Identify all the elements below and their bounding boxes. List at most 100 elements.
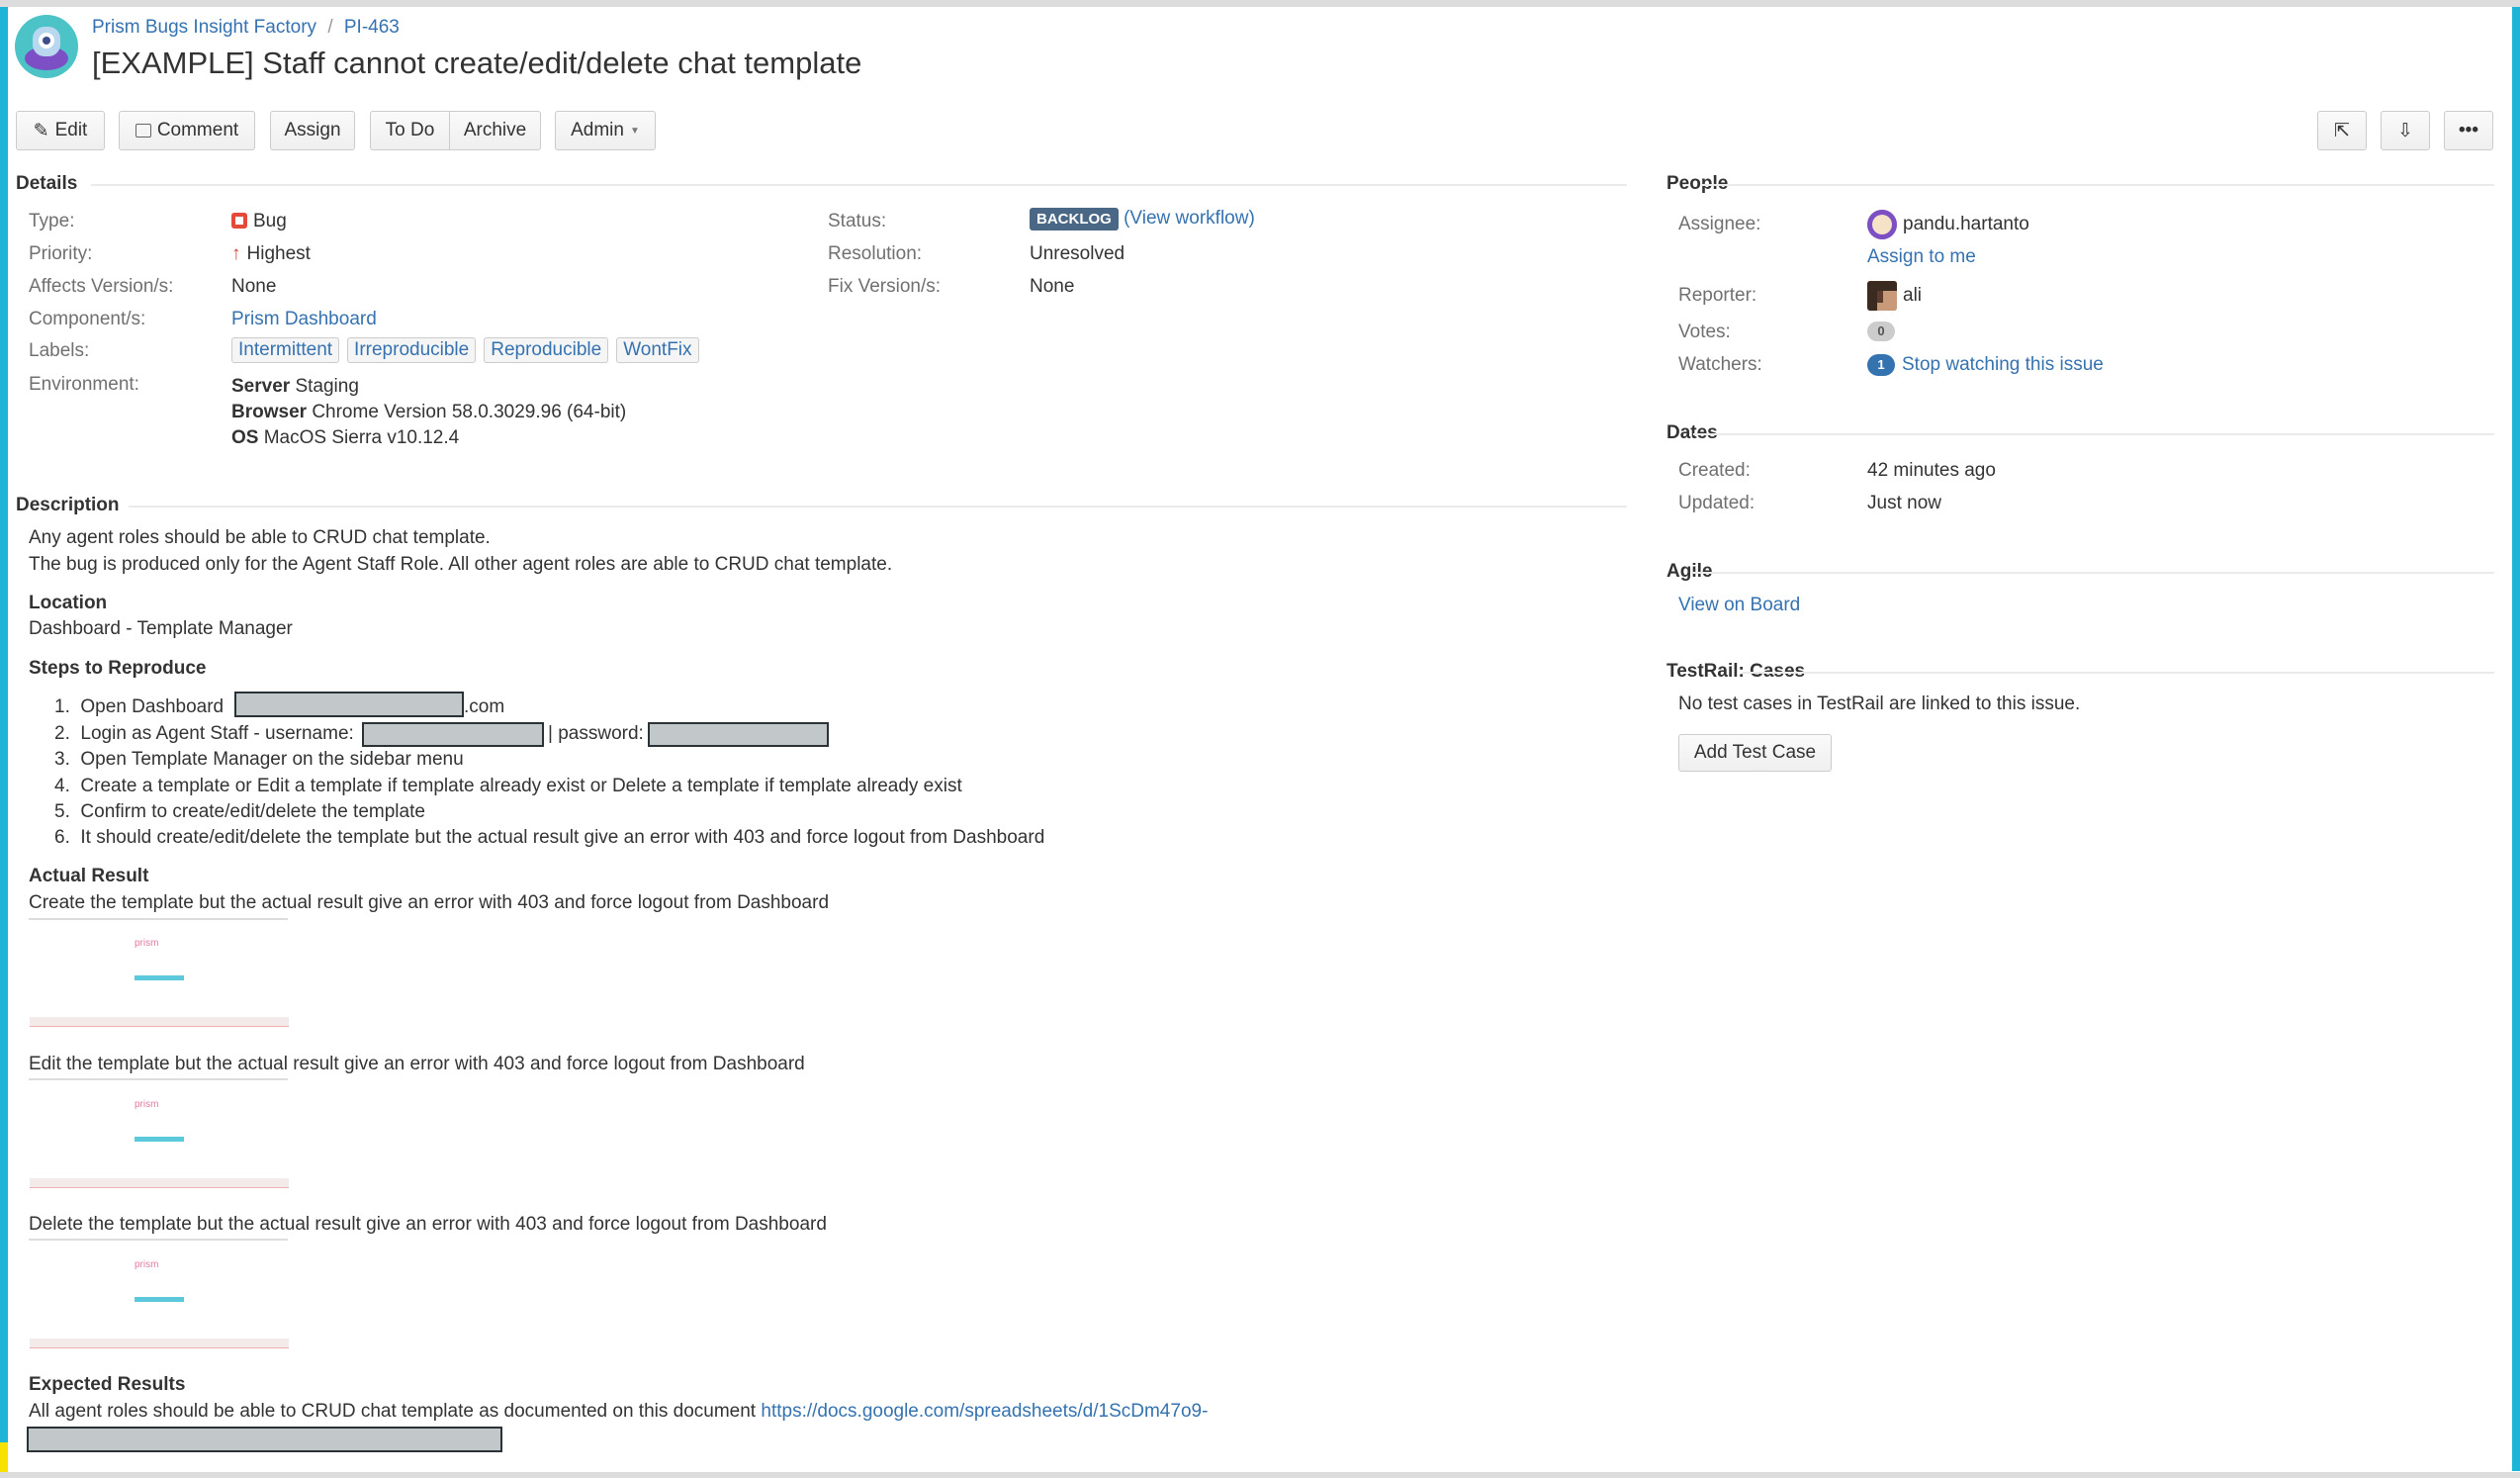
testrail-empty-text: No test cases in TestRail are linked to … [1678, 693, 2081, 714]
reporter-value[interactable]: ali [1867, 281, 1922, 311]
env-key: OS [231, 427, 259, 448]
env-key: Server [231, 376, 291, 397]
comment-icon [135, 124, 151, 138]
redacted-box [362, 722, 544, 747]
actual-result-text: Create the template but the actual resul… [29, 892, 830, 913]
status-value: BACKLOG (View workflow) [1030, 208, 1255, 231]
resolution-label: Resolution: [828, 243, 923, 264]
fix-version-value: None [1030, 276, 1075, 297]
priority-value: ↑ Highest [231, 243, 311, 265]
breadcrumb-separator: / [327, 17, 333, 38]
label-tag[interactable]: Intermittent [231, 337, 340, 363]
thumb-logo: prism [135, 938, 159, 949]
details-heading: Details [16, 173, 78, 194]
step-text: .com [464, 696, 505, 717]
step-text: Confirm to create/edit/delete the templa… [80, 801, 425, 822]
comment-button[interactable]: Comment [119, 111, 255, 150]
redacted-box [234, 692, 464, 717]
step-item: 2. Login as Agent Staff - username: [54, 723, 354, 744]
location-heading: Location [29, 593, 108, 613]
thumb-logo: prism [135, 1099, 159, 1110]
screenshot-thumbnail[interactable]: prism [30, 930, 289, 1039]
env-value: Chrome Version 58.0.3029.96 (64-bit) [312, 402, 627, 422]
bottom-bar [0, 1472, 2520, 1478]
description-heading: Description [16, 495, 120, 515]
assignee-label: Assignee: [1678, 214, 1761, 234]
stop-watching-link[interactable]: Stop watching this issue [1902, 354, 2104, 376]
env-key: Browser [231, 402, 308, 422]
screenshot-thumbnail[interactable]: prism [30, 1251, 289, 1360]
label-tag[interactable]: WontFix [616, 337, 699, 363]
breadcrumb-issue-link[interactable]: PI-463 [344, 17, 400, 38]
divider [1693, 433, 2494, 435]
watchers-badge: 1 [1867, 354, 1895, 376]
env-value: MacOS Sierra v10.12.4 [263, 427, 460, 448]
admin-dropdown[interactable]: Admin ▼ [555, 111, 656, 150]
step-text: Open Dashboard [80, 696, 225, 717]
status-badge: BACKLOG [1030, 208, 1119, 231]
label-tag[interactable]: Reproducible [484, 337, 609, 363]
assign-to-me-link[interactable]: Assign to me [1867, 246, 1976, 268]
type-value: Bug [231, 211, 287, 232]
component-link[interactable]: Prism Dashboard [231, 309, 377, 330]
step-item: 3. Open Template Manager on the sidebar … [54, 749, 464, 770]
labels-label: Labels: [29, 340, 90, 361]
add-test-case-button[interactable]: Add Test Case [1678, 734, 1832, 772]
status-label: Status: [828, 211, 887, 231]
labels-list: Intermittent Irreproducible Reproducible Wo… [231, 337, 707, 363]
redacted-box [648, 722, 829, 747]
view-workflow-link[interactable]: (View workflow) [1124, 208, 1255, 229]
reporter-name: ali [1903, 285, 1923, 306]
environment-label: Environment: [29, 374, 139, 395]
label-tag[interactable]: Irreproducible [347, 337, 477, 363]
votes-badge[interactable]: 0 [1867, 322, 1895, 341]
bug-icon [231, 213, 247, 229]
updated-value: Just now [1867, 493, 1941, 513]
thumb-logo: prism [135, 1259, 159, 1270]
actual-heading: Actual Result [29, 866, 149, 886]
created-value: 42 minutes ago [1867, 460, 1996, 481]
todo-button[interactable]: To Do [370, 111, 450, 150]
corner-accent [0, 1442, 8, 1472]
breadcrumb: Prism Bugs Insight Factory / PI-463 [92, 17, 400, 39]
admin-label: Admin [571, 120, 624, 140]
step-text: Create a template or Edit a template if … [80, 776, 962, 796]
created-label: Created: [1678, 460, 1751, 481]
environment-value: Server Staging Browser Chrome Version 58… [231, 374, 626, 451]
chevron-down-icon: ▼ [629, 125, 640, 137]
screenshot-thumbnail[interactable]: prism [30, 1091, 289, 1200]
component-label: Component/s: [29, 309, 146, 329]
more-button[interactable]: ••• [2444, 111, 2493, 150]
expected-description: All agent roles should be able to CRUD c… [29, 1401, 757, 1422]
redacted-box [27, 1427, 502, 1452]
page-title: [EXAMPLE] Staff cannot create/edit/delet… [92, 46, 862, 80]
actual-result-text: Delete the template but the actual resul… [29, 1214, 827, 1235]
resolution-value: Unresolved [1030, 243, 1125, 264]
project-avatar-icon[interactable] [15, 15, 78, 78]
watchers-label: Watchers: [1678, 354, 1762, 375]
assignee-value[interactable]: pandu.hartanto [1867, 210, 2029, 239]
expected-heading: Expected Results [29, 1374, 186, 1395]
archive-button[interactable]: Archive [449, 111, 541, 150]
divider [1743, 672, 2494, 674]
export-button[interactable]: ⇩ [2381, 111, 2430, 150]
assignee-avatar [1867, 210, 1897, 239]
step-item: 5. Confirm to create/edit/delete the tem… [54, 801, 425, 822]
share-button[interactable]: ⇱ [2317, 111, 2367, 150]
step-item: 6. It should create/edit/delete the temp… [54, 827, 1045, 848]
expected-doc-link[interactable]: https://docs.google.com/spreadsheets/d/1… [761, 1401, 1208, 1422]
divider [29, 1239, 288, 1241]
reporter-label: Reporter: [1678, 285, 1757, 306]
left-border [0, 7, 8, 1471]
updated-label: Updated: [1678, 493, 1755, 513]
view-on-board-link[interactable]: View on Board [1678, 595, 1800, 616]
step-text: Login as Agent Staff - username: [80, 723, 354, 744]
fix-version-label: Fix Version/s: [828, 276, 942, 297]
reporter-avatar [1867, 281, 1897, 311]
assign-button[interactable]: Assign [270, 111, 355, 150]
divider [29, 1078, 288, 1080]
export-icon: ⇩ [2397, 120, 2413, 141]
breadcrumb-project-link[interactable]: Prism Bugs Insight Factory [92, 17, 316, 38]
edit-button[interactable]: ✎ Edit [16, 111, 105, 150]
share-icon: ⇱ [2334, 120, 2350, 141]
